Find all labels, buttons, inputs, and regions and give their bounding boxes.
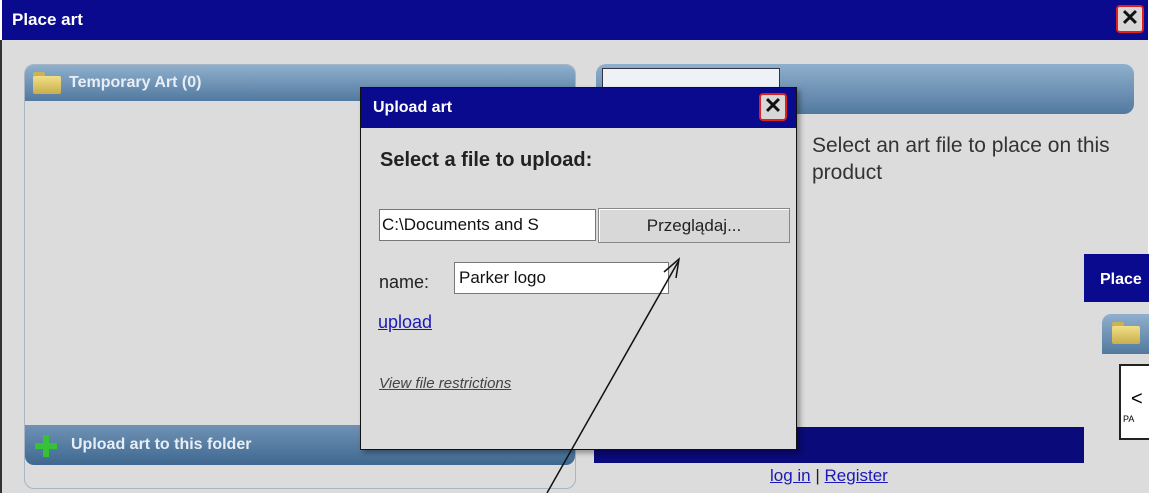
annotation-arrow (546, 257, 681, 493)
